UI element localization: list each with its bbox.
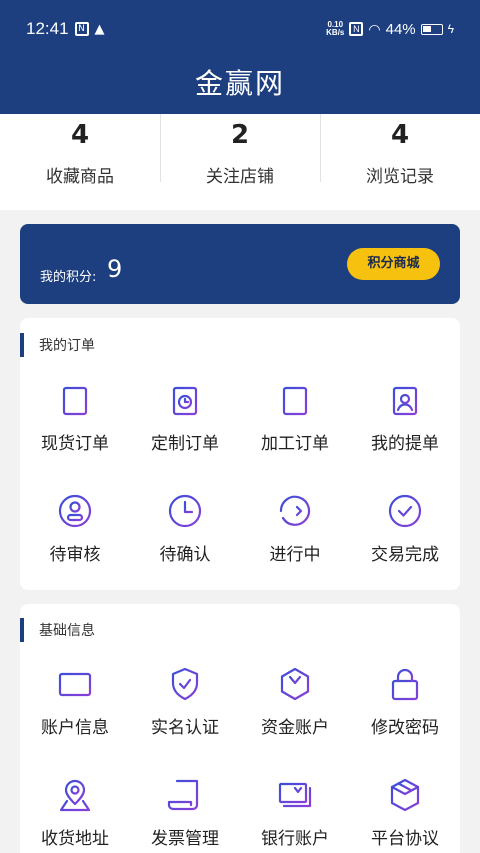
menu-item-label: 实名认证 — [151, 718, 219, 738]
orders-spot[interactable]: 现货订单 — [20, 370, 130, 481]
menu-item-label: 我的提单 — [371, 434, 439, 454]
stat-label: 关注店铺 — [206, 167, 274, 187]
menu-item-label: 银行账户 — [261, 829, 329, 849]
change-password[interactable]: 修改密码 — [350, 654, 460, 765]
package-box-icon — [387, 777, 423, 813]
lock-icon — [387, 666, 423, 702]
clock-icon — [167, 493, 203, 529]
stat-label: 浏览记录 — [366, 167, 434, 187]
stat-favorites[interactable]: 4 收藏商品 — [0, 114, 160, 210]
points-value: 9 — [107, 255, 123, 283]
menu-item-label: 账户信息 — [41, 718, 109, 738]
section-marker — [20, 618, 24, 642]
bank-account[interactable]: 银行账户 — [240, 765, 350, 853]
menu-item-label: 现货订单 — [41, 434, 109, 454]
clipboard-process-icon — [277, 382, 313, 418]
menu-item-label: 进行中 — [269, 545, 321, 565]
wallet-icon — [57, 666, 93, 702]
network-speed: 0.10 KB/s — [326, 20, 345, 37]
receipt-icon — [167, 777, 203, 813]
points-label: 我的积分: — [40, 270, 97, 285]
menu-item-label: 待审核 — [49, 545, 101, 565]
orders-pending-review[interactable]: 待审核 — [20, 481, 130, 592]
account-info[interactable]: 账户信息 — [20, 654, 130, 765]
orders-bill-of-lading[interactable]: 我的提单 — [350, 370, 460, 481]
invoice-management[interactable]: 发票管理 — [130, 765, 240, 853]
bank-card-icon — [277, 777, 313, 813]
menu-item-label: 资金账户 — [261, 718, 329, 738]
stat-followed-shops[interactable]: 2 关注店铺 — [160, 114, 320, 210]
menu-item-label: 交易完成 — [371, 545, 439, 565]
yuan-hexagon-icon — [277, 666, 313, 702]
status-time: 12:41 — [26, 19, 69, 38]
check-circle-icon — [387, 493, 423, 529]
shipping-address[interactable]: 收货地址 — [20, 765, 130, 853]
clipboard-list-icon — [57, 382, 93, 418]
menu-item-label: 待确认 — [159, 545, 211, 565]
app-header: 12:41 N ▲ 0.10 KB/s N ◠ 44% ϟ 金赢网 — [0, 0, 480, 114]
section-title: 我的订单 — [39, 338, 95, 354]
shield-check-icon — [167, 666, 203, 702]
stat-value: 4 — [390, 120, 410, 150]
menu-item-label: 定制订单 — [151, 434, 219, 454]
section-title: 基础信息 — [39, 623, 95, 639]
battery-icon — [420, 23, 443, 35]
stat-value: 4 — [70, 120, 90, 150]
clipboard-clock-icon — [167, 382, 203, 418]
menu-item-label: 平台协议 — [371, 829, 439, 849]
real-name-verification[interactable]: 实名认证 — [130, 654, 240, 765]
user-badge-icon — [57, 493, 93, 529]
orders-processing[interactable]: 加工订单 — [240, 370, 350, 481]
wifi-icon: ◠ — [368, 20, 381, 37]
warning-icon: ▲ — [94, 21, 105, 37]
menu-item-label: 修改密码 — [371, 718, 439, 738]
battery-percent: 44% — [385, 20, 416, 38]
stat-label: 收藏商品 — [46, 167, 114, 187]
orders-card: 我的订单 现货订单 定制订单 加工订单 我的提单 待审核 待确认 进行中 交易完… — [20, 318, 460, 590]
notification-icon: N — [74, 22, 89, 36]
stats-panel: 4 收藏商品 2 关注店铺 4 浏览记录 — [0, 114, 480, 210]
section-marker — [20, 333, 24, 357]
menu-item-label: 发票管理 — [151, 829, 219, 849]
page-title: 金赢网 — [194, 67, 285, 100]
menu-item-label: 收货地址 — [41, 829, 109, 849]
menu-item-label: 加工订单 — [261, 434, 329, 454]
orders-completed[interactable]: 交易完成 — [350, 481, 460, 592]
points-mall-button[interactable]: 积分商城 — [347, 248, 440, 280]
platform-agreement[interactable]: 平台协议 — [350, 765, 460, 853]
clipboard-user-icon — [387, 382, 423, 418]
progress-arrow-icon — [277, 493, 313, 529]
orders-in-progress[interactable]: 进行中 — [240, 481, 350, 592]
charging-icon: ϟ — [447, 22, 454, 36]
stat-value: 2 — [230, 120, 250, 150]
nfc-icon: N — [349, 22, 364, 36]
orders-custom[interactable]: 定制订单 — [130, 370, 240, 481]
fund-account[interactable]: 资金账户 — [240, 654, 350, 765]
stat-history[interactable]: 4 浏览记录 — [320, 114, 480, 210]
orders-pending-confirm[interactable]: 待确认 — [130, 481, 240, 592]
basic-info-card: 基础信息 账户信息 实名认证 资金账户 修改密码 收货地址 发票管理 银行账户 … — [20, 604, 460, 853]
location-icon — [57, 777, 93, 813]
status-bar: 12:41 N ▲ 0.10 KB/s N ◠ 44% ϟ — [0, 0, 480, 58]
points-card: 我的积分: 9 积分商城 — [20, 224, 460, 304]
